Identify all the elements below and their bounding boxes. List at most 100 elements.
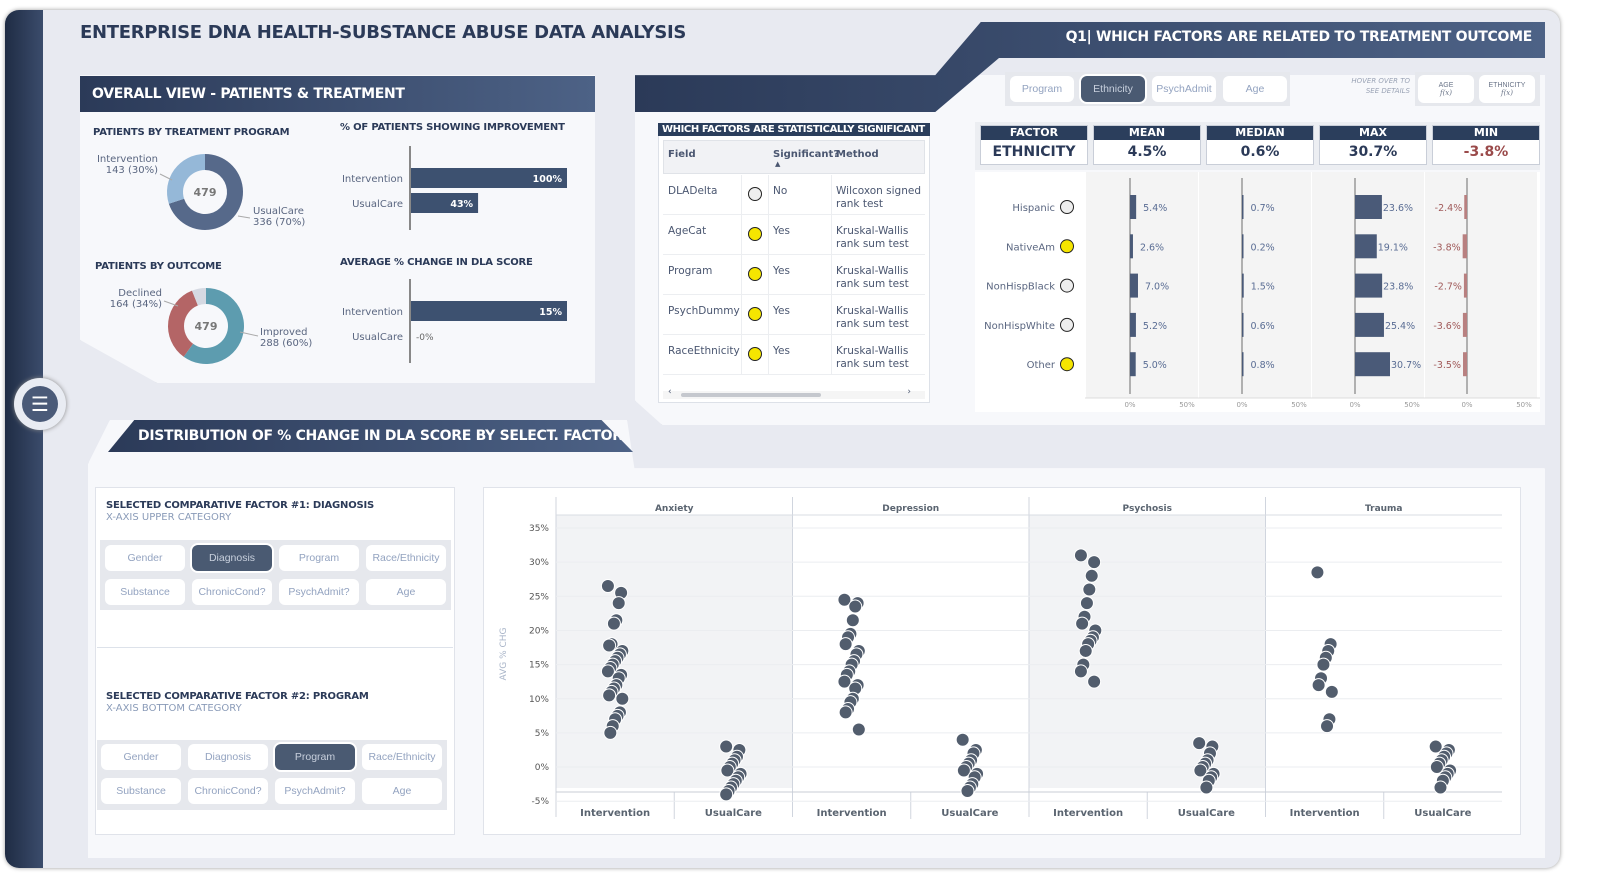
y-tick-label: 20% [529,626,549,636]
bar-mean[interactable] [1130,273,1138,298]
dla-scatter-chart: Anxiety Intervention UsualCare Depression In… [499,497,1502,819]
data-point[interactable] [1310,565,1325,580]
table-row[interactable]: PsychDummy Yes Kruskal-Wallis rank sum te… [663,295,925,335]
age-details-button[interactable]: AGE f(x) [1418,75,1474,103]
bar-median[interactable] [1242,273,1244,298]
data-point[interactable] [719,787,734,802]
data-point[interactable] [838,705,853,720]
data-point[interactable] [1075,616,1090,631]
factor1-option-gender[interactable]: Gender [105,545,185,571]
axis-tick: 50% [1291,401,1307,409]
factor2-option-diagnosis[interactable]: Diagnosis [188,744,268,770]
data-point[interactable] [845,613,860,628]
factor2-option-psychadmit[interactable]: PsychAdmit? [275,778,355,804]
bar-min[interactable] [1462,234,1467,259]
significant-indicator-icon [1060,357,1074,372]
bar-mean[interactable] [1130,195,1137,219]
data-point[interactable] [603,725,618,740]
data-point[interactable] [602,638,617,653]
facet-label: Trauma [1365,504,1403,514]
bar-median[interactable] [1242,312,1244,337]
data-point[interactable] [1192,736,1207,751]
table-scrollbar[interactable]: ‹ › [663,387,925,399]
bar-category-label: Intervention [342,307,403,318]
data-point[interactable] [1311,678,1326,693]
data-point[interactable] [611,596,626,611]
data-point[interactable] [1084,568,1099,583]
table-row[interactable]: RaceEthnicity Yes Kruskal-Wallis rank sum… [663,335,925,375]
data-point[interactable] [1433,780,1448,795]
data-point[interactable] [1073,664,1088,679]
factor1-option-psychadmit[interactable]: PsychAdmit? [279,579,359,605]
data-point[interactable] [1079,596,1094,611]
bar-max[interactable] [1355,273,1383,298]
factor1-option-substance[interactable]: Substance [105,579,185,605]
bar-min[interactable] [1463,352,1467,377]
bar-median[interactable] [1242,234,1244,259]
data-point[interactable] [955,732,970,747]
bar-mean[interactable] [1130,352,1136,377]
data-point[interactable] [838,637,853,652]
data-point[interactable] [851,722,866,737]
data-point[interactable] [606,616,621,631]
factor1-option-diagnosis[interactable]: Diagnosis [192,545,272,571]
data-point[interactable] [615,691,630,706]
bar-median[interactable] [1242,352,1244,377]
bar-median[interactable] [1242,195,1244,219]
factor2-option-raceethnicity[interactable]: Race/Ethnicity [362,744,442,770]
data-point[interactable] [600,579,615,594]
factor2-option-program[interactable]: Program [275,744,355,770]
data-point[interactable] [1324,684,1339,699]
data-point[interactable] [602,688,617,703]
col-method[interactable]: Method [836,149,879,160]
factor2-option-substance[interactable]: Substance [101,778,181,804]
tab-ethnicity[interactable]: Ethnicity [1081,76,1145,102]
table-row[interactable]: DLADelta No Wilcoxon signed rank test [663,175,925,215]
data-point[interactable] [1078,643,1093,658]
bar-value-min: -3.6% [1433,321,1461,332]
bar-mean[interactable] [1130,312,1136,337]
significant-value: No [773,185,788,197]
factor1-option-program[interactable]: Program [279,545,359,571]
col-significant[interactable]: Significant? [773,149,839,160]
data-point[interactable] [1320,719,1335,734]
axis-tick: 0% [1236,401,1247,409]
factor1-subtitle: X-AXIS UPPER CATEGORY [106,512,232,523]
tab-psychadmit[interactable]: PsychAdmit [1152,76,1216,102]
scrollbar-thumb[interactable] [681,393,821,397]
factor2-option-chroniccond[interactable]: ChronicCond? [188,778,268,804]
tab-program[interactable]: Program [1010,76,1074,102]
data-point[interactable] [719,739,734,754]
bar-max[interactable] [1355,195,1382,219]
ethnicity-details-button[interactable]: ETHNICITY f(x) [1479,75,1535,103]
data-point[interactable] [848,599,863,614]
table-row[interactable]: Program Yes Kruskal-Wallis rank sum test [663,255,925,295]
factor1-option-raceethnicity[interactable]: Race/Ethnicity [366,545,446,571]
tab-age[interactable]: Age [1223,76,1287,102]
field-name: RaceEthnicity [668,345,740,357]
donut-value: 164 (34%) [110,299,162,310]
factor2-option-age[interactable]: Age [362,778,442,804]
bar-min[interactable] [1462,312,1467,337]
data-point[interactable] [1199,780,1214,795]
data-point[interactable] [960,783,975,798]
data-point[interactable] [1082,582,1097,597]
bar-max[interactable] [1355,352,1390,377]
facet-label: Depression [882,504,939,514]
data-point[interactable] [1073,548,1088,563]
bar-max[interactable] [1355,312,1384,337]
data-point[interactable] [1087,555,1102,570]
menu-button[interactable]: ☰ [14,378,66,430]
col-field[interactable]: Field [668,149,696,160]
factor1-option-chroniccond[interactable]: ChronicCond? [192,579,272,605]
data-point[interactable] [1316,657,1331,672]
factor2-option-gender[interactable]: Gender [101,744,181,770]
donut-total: 479 [195,320,218,333]
bar-min[interactable] [1463,273,1467,298]
bar-min[interactable] [1464,195,1467,219]
data-point[interactable] [1087,674,1102,689]
table-row[interactable]: AgeCat Yes Kruskal-Wallis rank sum test [663,215,925,255]
bar-max[interactable] [1355,234,1377,259]
bar-mean[interactable] [1130,234,1133,259]
factor1-option-age[interactable]: Age [366,579,446,605]
